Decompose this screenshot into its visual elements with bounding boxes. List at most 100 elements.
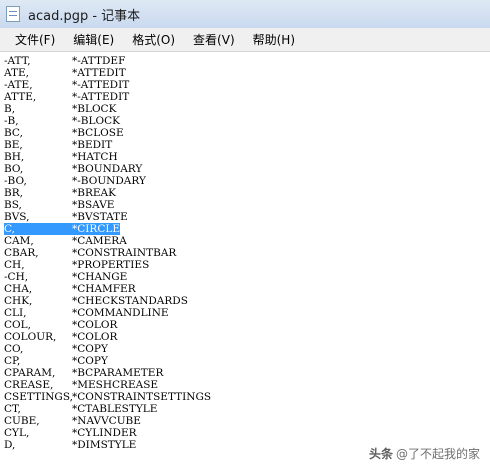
- command-name: *MESHCREASE: [72, 379, 159, 391]
- command-alias: CSETTINGS,: [4, 391, 73, 403]
- command-name: *ATTEDIT: [72, 67, 126, 79]
- command-alias: -B,: [4, 115, 19, 127]
- command-name: *BCPARAMETER: [72, 367, 164, 379]
- command-name: *BREAK: [72, 187, 116, 199]
- command-name: *BLOCK: [72, 103, 117, 115]
- text-line: BVS, *BVSTATE: [4, 211, 128, 223]
- text-editor[interactable]: -ATT, *-ATTDEF ATE, *ATTEDIT -ATE, *-ATTEDIT A…: [0, 52, 490, 470]
- command-name: *NAVVCUBE: [72, 415, 141, 427]
- command-alias: CYL,: [4, 427, 30, 439]
- watermark-logo: 头条: [368, 447, 393, 461]
- command-alias: CAM,: [4, 235, 34, 247]
- command-name: *COLOR: [72, 331, 118, 343]
- command-name: *-BLOCK: [72, 115, 120, 127]
- text-line: ATE, *ATTEDIT: [4, 67, 126, 79]
- command-name: *BOUNDARY: [72, 163, 143, 175]
- command-alias: -ATE,: [4, 79, 33, 91]
- command-alias: ATE,: [4, 67, 30, 79]
- text-line: CH, *PROPERTIES: [4, 259, 149, 271]
- command-alias: CO,: [4, 343, 24, 355]
- command-name: *BEDIT: [72, 139, 113, 151]
- title-bar: acad.pgp - 记事本: [0, 0, 490, 29]
- command-name: *BVSTATE: [72, 211, 128, 223]
- command-alias: CLI,: [4, 307, 27, 319]
- command-name: *CTABLESTYLE: [72, 403, 158, 415]
- text-line: -BO, *-BOUNDARY: [4, 175, 146, 187]
- command-alias: BVS,: [4, 211, 30, 223]
- command-alias: CH,: [4, 259, 25, 271]
- watermark: 头条 @了不起我的家: [369, 445, 480, 462]
- command-name: *-BOUNDARY: [72, 175, 146, 187]
- command-name: *CONSTRAINTSETTINGS: [72, 391, 212, 403]
- command-alias: -ATT,: [4, 55, 31, 67]
- command-name: *HATCH: [72, 151, 118, 163]
- text-line: COLOUR, *COLOR: [4, 331, 117, 343]
- command-alias: ATTE,: [4, 91, 37, 103]
- command-alias: BH,: [4, 151, 25, 163]
- command-name: *CHANGE: [72, 271, 128, 283]
- command-alias: CREASE,: [4, 379, 54, 391]
- text-line: BO, *BOUNDARY: [4, 163, 142, 175]
- command-name: *BCLOSE: [72, 127, 124, 139]
- command-alias: CPARAM,: [4, 367, 56, 379]
- command-alias: D,: [4, 439, 16, 451]
- command-alias: -CH,: [4, 271, 29, 283]
- command-alias: BC,: [4, 127, 23, 139]
- command-name: *COMMANDLINE: [72, 307, 169, 319]
- command-name: *CIRCLE: [72, 223, 121, 235]
- text-line: BC, *BCLOSE: [4, 127, 124, 139]
- text-line: CYL, *CYLINDER: [4, 427, 137, 439]
- command-name: *CAMERA: [72, 235, 127, 247]
- command-name: *COPY: [72, 343, 108, 355]
- command-name: *CHAMFER: [72, 283, 136, 295]
- text-line: BE, *BEDIT: [4, 139, 112, 151]
- text-line: CLI, *COMMANDLINE: [4, 307, 169, 319]
- command-name: *CYLINDER: [72, 427, 137, 439]
- command-alias: C,: [4, 223, 72, 235]
- text-line: CBAR, *CONSTRAINTBAR: [4, 247, 176, 259]
- text-line: CSETTINGS,*CONSTRAINTSETTINGS: [4, 391, 211, 403]
- text-line: CO, *COPY: [4, 343, 108, 355]
- text-line: CHA, *CHAMFER: [4, 283, 136, 295]
- text-line: -B, *-BLOCK: [4, 115, 120, 127]
- text-line: BS, *BSAVE: [4, 199, 114, 211]
- menu-format[interactable]: 格式(O): [123, 28, 184, 51]
- command-name: *DIMSTYLE: [72, 439, 137, 451]
- command-alias: CUBE,: [4, 415, 40, 427]
- text-line: COL, *COLOR: [4, 319, 117, 331]
- command-name: *CHECKSTANDARDS: [72, 295, 188, 307]
- menu-bar: 文件(F) 编辑(E) 格式(O) 查看(V) 帮助(H): [0, 28, 490, 52]
- text-line: CPARAM, *BCPARAMETER: [4, 367, 163, 379]
- text-line: CHK, *CHECKSTANDARDS: [4, 295, 188, 307]
- text-line: CT, *CTABLESTYLE: [4, 403, 157, 415]
- text-line: -ATE, *-ATTEDIT: [4, 79, 129, 91]
- command-alias: CP,: [4, 355, 21, 367]
- command-alias: CT,: [4, 403, 21, 415]
- command-name: *BSAVE: [72, 199, 115, 211]
- menu-help[interactable]: 帮助(H): [244, 28, 304, 51]
- text-line-selected: C, *CIRCLE: [4, 223, 121, 235]
- watermark-text: @了不起我的家: [395, 447, 480, 461]
- command-alias: BS,: [4, 199, 22, 211]
- command-alias: -BO,: [4, 175, 27, 187]
- command-name: *PROPERTIES: [72, 259, 150, 271]
- text-line: -CH, *CHANGE: [4, 271, 127, 283]
- command-alias: BO,: [4, 163, 24, 175]
- menu-file[interactable]: 文件(F): [6, 28, 64, 51]
- command-name: *-ATTDEF: [72, 55, 126, 67]
- text-line: ATTE, *-ATTEDIT: [4, 91, 129, 103]
- command-alias: CBAR,: [4, 247, 39, 259]
- text-line: B, *BLOCK: [4, 103, 116, 115]
- command-alias: BR,: [4, 187, 23, 199]
- window-title: acad.pgp - 记事本: [28, 8, 141, 24]
- command-name: *CONSTRAINTBAR: [72, 247, 177, 259]
- menu-view[interactable]: 查看(V): [184, 28, 244, 51]
- command-alias: B,: [4, 103, 16, 115]
- command-alias: CHA,: [4, 283, 33, 295]
- text-line: CREASE, *MESHCREASE: [4, 379, 158, 391]
- command-alias: CHK,: [4, 295, 33, 307]
- command-alias: COL,: [4, 319, 31, 331]
- menu-edit[interactable]: 编辑(E): [64, 28, 123, 51]
- text-line: D, *DIMSTYLE: [4, 439, 136, 451]
- text-line: -ATT, *-ATTDEF: [4, 55, 125, 67]
